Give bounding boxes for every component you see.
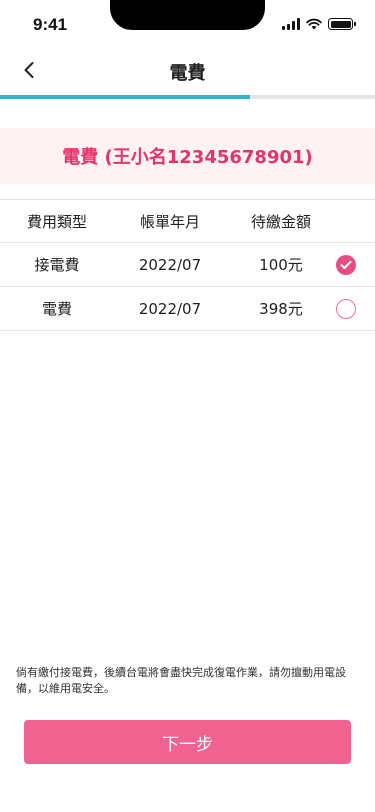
fee-type: 電費	[41, 300, 72, 318]
column-header-month: 帳單年月	[139, 212, 200, 231]
bill-table: 費用類型 帳單年月 待繳金額 接電費 2022/07 100元 電費 2022/…	[0, 199, 375, 331]
page-title: 電費	[169, 63, 206, 84]
battery-icon	[328, 18, 356, 30]
table-header: 費用類型 帳單年月 待繳金額	[0, 199, 375, 243]
fee-type: 接電費	[34, 256, 80, 274]
status-time: 9:41	[33, 15, 68, 34]
wifi-icon	[306, 18, 322, 30]
status-bar: 9:41	[0, 0, 375, 47]
table-row[interactable]: 接電費 2022/07 100元	[0, 243, 375, 287]
progress-bar	[0, 95, 375, 99]
amount-due: 398元	[259, 300, 303, 318]
status-icons	[282, 17, 356, 31]
nav-bar: 電費	[0, 47, 375, 95]
column-header-type: 費用類型	[26, 212, 87, 231]
amount-due: 100元	[259, 256, 303, 274]
notice-text: 倘有繳付接電費，後續台電將會盡快完成復電作業，請勿擅動用電設備，以維用電安全。	[16, 666, 346, 695]
table-row[interactable]: 電費 2022/07 398元	[0, 287, 375, 331]
row-select-checkbox[interactable]	[336, 254, 356, 275]
row-select-checkbox[interactable]	[336, 298, 356, 319]
bill-month: 2022/07	[138, 255, 202, 274]
column-header-amount: 待繳金額	[250, 212, 311, 231]
customer-banner: 電費 (王小名12345678901)	[0, 128, 375, 184]
cellular-signal-icon	[282, 18, 300, 30]
notch	[110, 0, 265, 30]
checkmark-icon	[340, 260, 352, 269]
customer-title: 電費 (王小名12345678901)	[62, 147, 313, 168]
progress-fill	[0, 95, 251, 99]
next-button[interactable]: 下一步	[24, 720, 351, 764]
bill-month: 2022/07	[138, 299, 202, 318]
